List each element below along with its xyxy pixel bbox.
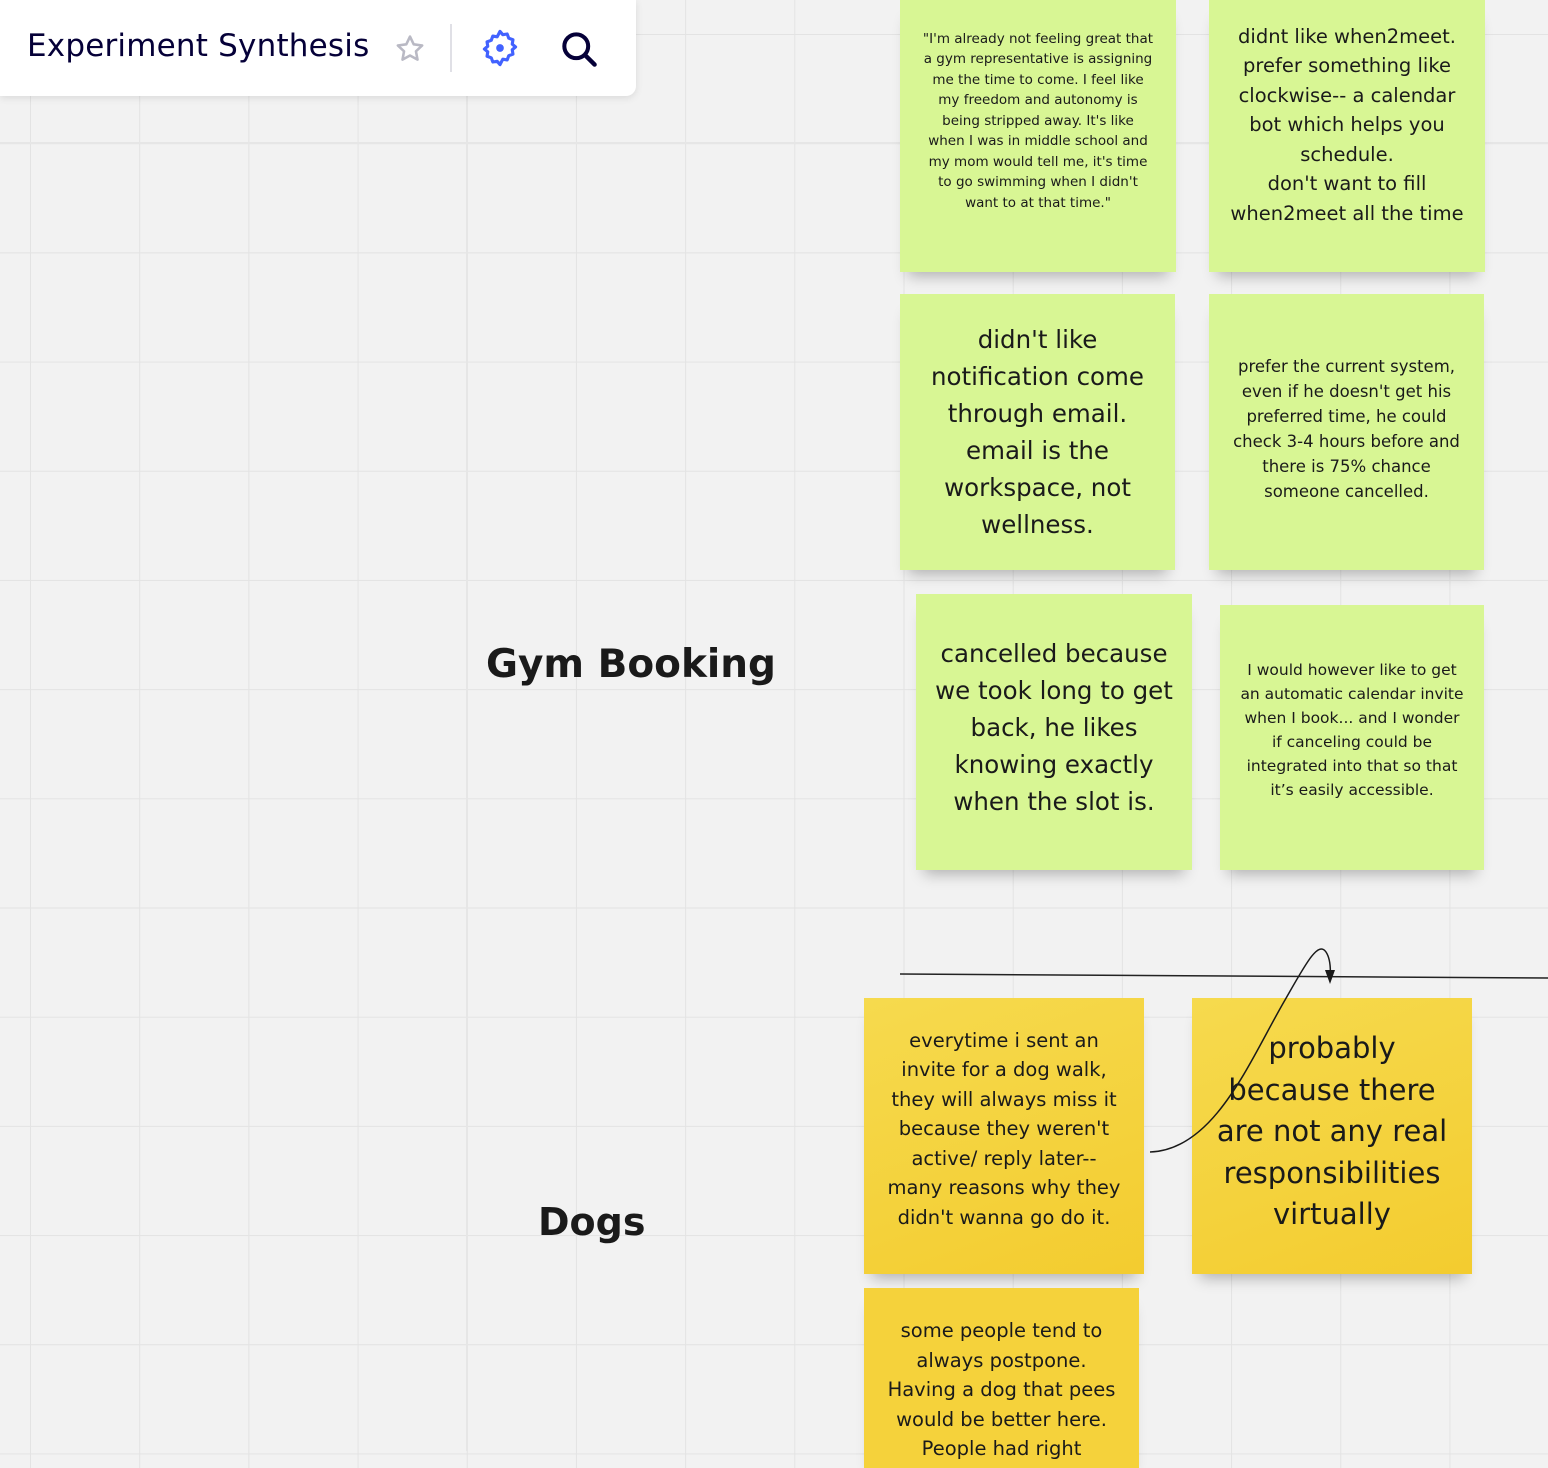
arrowhead-icon	[1325, 970, 1335, 984]
section-label-dogs[interactable]: Dogs	[538, 1200, 645, 1244]
sticky-note[interactable]: some people tend to always postpone. Hav…	[864, 1288, 1139, 1468]
sticky-note[interactable]: prefer the current system, even if he do…	[1209, 294, 1484, 570]
sticky-note[interactable]: didnt like when2meet. prefer something l…	[1209, 0, 1485, 272]
sticky-note[interactable]: cancelled because we took long to get ba…	[916, 594, 1192, 870]
board-toolbar: Experiment Synthesis	[0, 0, 636, 96]
sticky-note[interactable]: I would however like to get an automatic…	[1220, 605, 1484, 870]
section-label-gym-booking[interactable]: Gym Booking	[486, 642, 776, 687]
frame-border-line	[466, 0, 468, 1451]
toolbar-divider	[450, 24, 452, 72]
sticky-note[interactable]: probably because there are not any real …	[1192, 998, 1472, 1274]
sticky-note[interactable]: everytime i sent an invite for a dog wal…	[864, 998, 1144, 1274]
gear-icon[interactable]	[478, 26, 522, 70]
board-title[interactable]: Experiment Synthesis	[27, 28, 369, 64]
sticky-note[interactable]: didn't like notification come through em…	[900, 294, 1175, 570]
sticky-note[interactable]: "I'm already not feeling great that a gy…	[900, 0, 1176, 272]
star-icon[interactable]	[392, 31, 428, 67]
search-icon[interactable]	[556, 26, 602, 72]
